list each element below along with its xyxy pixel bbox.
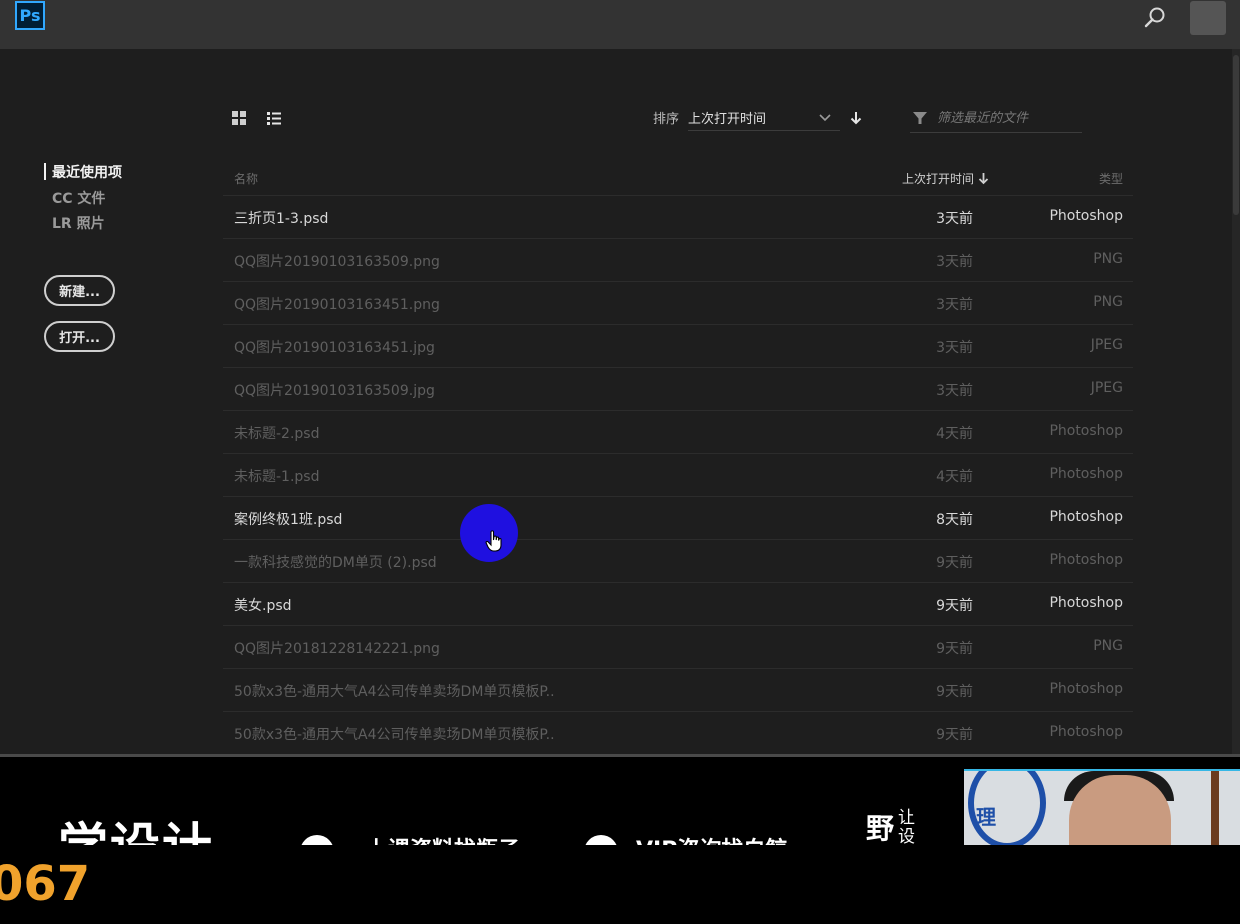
file-date: 3天前: [936, 383, 973, 399]
file-date: 9天前: [936, 555, 973, 571]
file-date: 9天前: [936, 598, 973, 614]
column-header-type[interactable]: 类型: [1099, 170, 1123, 187]
file-type: Photoshop: [1049, 208, 1123, 224]
file-type: JPEG: [1090, 337, 1123, 353]
presenter-face: [1069, 775, 1171, 845]
sort-label: 排序: [653, 112, 680, 127]
webcam-overlay: 理: [964, 769, 1240, 845]
file-name: QQ图片20190103163451.jpg: [234, 340, 435, 356]
hand-cursor-icon: [485, 530, 502, 552]
top-bar: Ps: [0, 0, 1240, 49]
table-body: 三折页1-3.psd 3天前 Photoshop QQ图片20190103163509…: [223, 196, 1133, 755]
file-date: 9天前: [936, 684, 973, 700]
banner-slogan-big: 野: [866, 812, 895, 845]
file-type: Photoshop: [1049, 509, 1123, 525]
background-curtain: [1211, 771, 1219, 845]
file-date: 4天前: [936, 426, 973, 442]
file-name: QQ图片20190103163451.png: [234, 297, 440, 313]
banner-item-2: VIP咨询找白鲸: [636, 832, 787, 845]
file-date: 9天前: [936, 727, 973, 743]
table-row[interactable]: 案例终极1班.psd 8天前 Photoshop: [223, 497, 1133, 540]
file-name: QQ图片20181228142221.png: [234, 641, 440, 657]
table-row[interactable]: QQ图片20190103163451.jpg 3天前 JPEG: [223, 325, 1133, 368]
file-name: 50款x3色-通用大气A4公司传单卖场DM单页模板P..: [234, 727, 555, 743]
counter-strip: 067: [0, 845, 1240, 924]
file-type: PNG: [1093, 294, 1123, 310]
active-indicator: [44, 163, 46, 180]
file-name: 50款x3色-通用大气A4公司传单卖场DM单页模板P..: [234, 684, 555, 700]
column-header-date-label: 上次打开时间: [901, 172, 974, 186]
file-type: Photoshop: [1049, 466, 1123, 482]
filter-box: [910, 103, 1084, 133]
chevron-down-icon: [819, 114, 831, 122]
table-row[interactable]: QQ图片20190103163509.jpg 3天前 JPEG: [223, 368, 1133, 411]
file-name: QQ图片20190103163509.jpg: [234, 383, 435, 399]
file-type: Photoshop: [1049, 724, 1123, 740]
file-name: 三折页1-3.psd: [234, 211, 329, 227]
sort-dropdown-value: 上次打开时间: [688, 112, 767, 127]
search-icon[interactable]: [1143, 6, 1167, 30]
banner-brand: 学设计: [58, 807, 214, 845]
banner-bullet-2: [584, 835, 618, 845]
seal-text: 理: [976, 805, 996, 829]
table-row[interactable]: 50款x3色-通用大气A4公司传单卖场DM单页模板P.. 9天前 Photoshop: [223, 669, 1133, 712]
table-row[interactable]: QQ图片20190103163509.png 3天前 PNG: [223, 239, 1133, 282]
file-name: 美女.psd: [234, 598, 292, 614]
file-type: Photoshop: [1049, 552, 1123, 568]
file-name: 未标题-2.psd: [234, 426, 320, 442]
file-date: 3天前: [936, 297, 973, 313]
file-name: 案例终极1班.psd: [234, 512, 343, 528]
column-header-name[interactable]: 名称: [234, 170, 258, 187]
table-row[interactable]: QQ图片20190103163451.png 3天前 PNG: [223, 282, 1133, 325]
column-header-date[interactable]: 上次打开时间: [902, 170, 989, 187]
file-type: Photoshop: [1049, 681, 1123, 697]
photoshop-logo: Ps: [15, 1, 45, 30]
sidebar-item-recent[interactable]: 最近使用项: [52, 162, 122, 182]
file-date: 3天前: [936, 211, 973, 227]
file-type: Photoshop: [1049, 423, 1123, 439]
sort-arrow-down-icon: [978, 173, 989, 185]
funnel-icon: [913, 112, 927, 124]
recent-files-table: 名称 上次打开时间 类型 三折页1-3.psd 3天前 Photoshop QQ图片2…: [223, 160, 1133, 755]
file-date: 9天前: [936, 641, 973, 657]
file-type: PNG: [1093, 638, 1123, 654]
scrollbar[interactable]: [1232, 49, 1240, 754]
file-date: 8天前: [936, 512, 973, 528]
file-type: PNG: [1093, 251, 1123, 267]
banner-item-1: 上课资料找瓶子: [366, 832, 520, 845]
file-type: JPEG: [1090, 380, 1123, 396]
file-date: 3天前: [936, 340, 973, 356]
banner-bullet-1: [300, 835, 334, 845]
sort-dropdown[interactable]: 上次打开时间: [688, 103, 840, 131]
counter-number: 067: [0, 856, 91, 912]
open-button[interactable]: 打开...: [44, 321, 115, 352]
file-name: 一款科技感觉的DM单页 (2).psd: [234, 555, 437, 571]
table-row[interactable]: 一款科技感觉的DM单页 (2).psd 9天前 Photoshop: [223, 540, 1133, 583]
banner-slogan-small: 让设: [898, 808, 915, 846]
user-avatar[interactable]: [1190, 1, 1226, 35]
scrollbar-thumb[interactable]: [1233, 55, 1239, 215]
grid-view-icon[interactable]: [231, 110, 247, 126]
new-button[interactable]: 新建...: [44, 275, 115, 306]
file-name: 未标题-1.psd: [234, 469, 320, 485]
table-row[interactable]: 未标题-2.psd 4天前 Photoshop: [223, 411, 1133, 454]
sidebar-item-lr-photos[interactable]: LR 照片: [52, 213, 105, 233]
table-row[interactable]: QQ图片20181228142221.png 9天前 PNG: [223, 626, 1133, 669]
table-header: 名称 上次打开时间 类型: [223, 160, 1133, 196]
file-type: Photoshop: [1049, 595, 1123, 611]
promo-banner: 学设计 上课资料找瓶子 VIP咨询找白鲸 野 让设 理: [0, 757, 1240, 845]
file-name: QQ图片20190103163509.png: [234, 254, 440, 270]
filter-input[interactable]: [935, 107, 1084, 129]
sort-direction-arrow-icon[interactable]: [849, 110, 863, 126]
table-row[interactable]: 美女.psd 9天前 Photoshop: [223, 583, 1133, 626]
table-row[interactable]: 三折页1-3.psd 3天前 Photoshop: [223, 196, 1133, 239]
table-row[interactable]: 50款x3色-通用大气A4公司传单卖场DM单页模板P.. 9天前 Photoshop: [223, 712, 1133, 755]
file-date: 3天前: [936, 254, 973, 270]
list-view-icon[interactable]: [266, 110, 282, 126]
table-row[interactable]: 未标题-1.psd 4天前 Photoshop: [223, 454, 1133, 497]
sidebar-item-cc-files[interactable]: CC 文件: [52, 188, 105, 208]
file-date: 4天前: [936, 469, 973, 485]
